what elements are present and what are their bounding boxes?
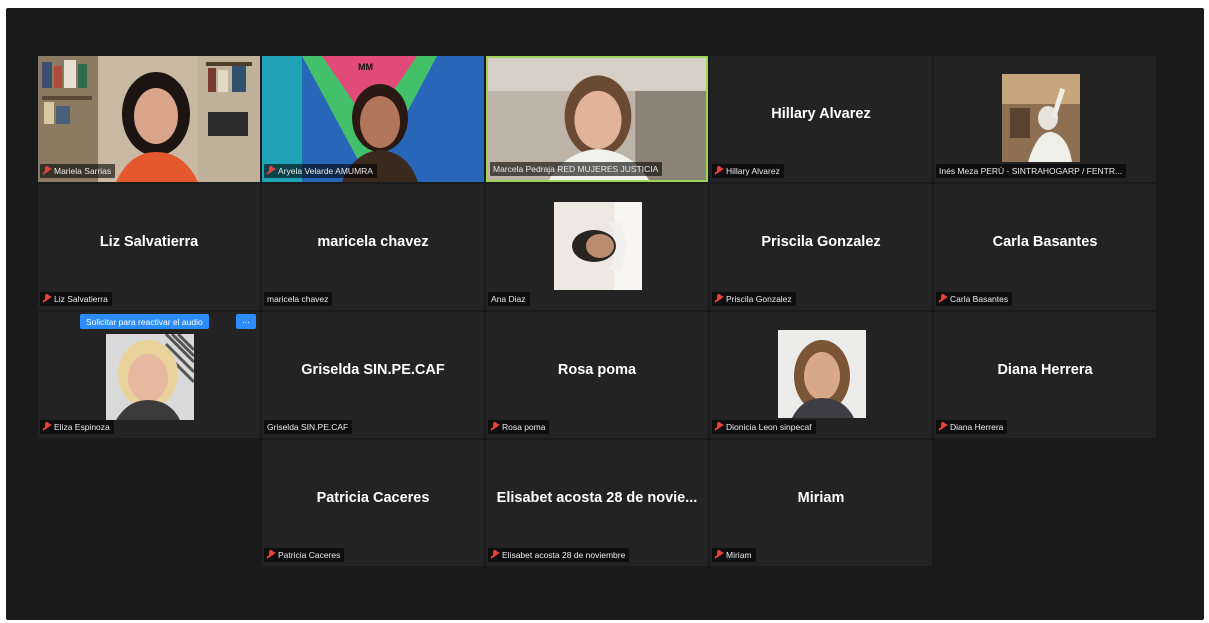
unmute-request-tooltip[interactable]: Solicitar para reactivar el audio (80, 314, 209, 329)
participant-tile-miriam[interactable]: Miriam Miriam (710, 440, 932, 566)
participant-name: maricela chavez (267, 294, 329, 304)
participant-tile-marcela-pedraja[interactable]: Marcela Pedraja RED MUJERES JUSTICIA (486, 56, 708, 182)
participant-name: Rosa poma (502, 422, 546, 432)
microphone-muted-icon (491, 422, 499, 432)
participant-name-label: Rosa poma (488, 420, 550, 434)
participant-tile-eliza-espinoza[interactable]: Solicitar para reactivar el audio ... El… (38, 312, 260, 438)
participant-display-name: Liz Salvatierra (99, 234, 199, 250)
participant-display-name: Rosa poma (557, 362, 637, 378)
participant-name-label: Diana Herrera (936, 420, 1008, 434)
microphone-muted-icon (715, 166, 723, 176)
participant-name: Carla Basantes (950, 294, 1009, 304)
gallery-view: Mariela Sarrias MM Aryela Velarde AMUMRA (6, 8, 1204, 620)
participant-tile-hillary-alvarez[interactable]: Hillary Alvarez Hillary Alvarez (710, 56, 932, 182)
microphone-muted-icon (43, 294, 51, 304)
participant-name: Inés Meza PERÚ - SINTRAHOGARP / FENTR... (939, 166, 1123, 176)
participant-name: Mariela Sarrias (54, 166, 112, 176)
participant-name-label: Elisabet acosta 28 de noviembre (488, 548, 630, 562)
svg-text:MM: MM (358, 62, 373, 72)
participant-name: Dionicia Leon sinpecaf (726, 422, 812, 432)
participant-name-label: Griselda SIN.PE.CAF (264, 420, 353, 434)
participant-photo (554, 202, 642, 290)
participant-name-label: Hillary Alvarez (712, 164, 784, 178)
participant-display-name: Griselda SIN.PE.CAF (301, 362, 445, 378)
microphone-muted-icon (491, 550, 499, 560)
participant-name: Eliza Espinoza (54, 422, 110, 432)
microphone-muted-icon (267, 166, 275, 176)
participant-display-name: Miriam (797, 490, 845, 506)
participant-name: Elisabet acosta 28 de noviembre (502, 550, 626, 560)
microphone-muted-icon (267, 550, 275, 560)
microphone-muted-icon (715, 550, 723, 560)
participant-name-label: Ana Diaz (488, 292, 530, 306)
participant-display-name: Elisabet acosta 28 de novie... (496, 490, 698, 506)
participant-name-label: Priscila Gonzalez (712, 292, 796, 306)
participant-name-label: Marcela Pedraja RED MUJERES JUSTICIA (490, 162, 663, 176)
participant-tile-carla-basantes[interactable]: Carla Basantes Carla Basantes (934, 184, 1156, 310)
participant-photo (106, 334, 194, 420)
participant-tile-diana-herrera[interactable]: Diana Herrera Diana Herrera (934, 312, 1156, 438)
participant-tile-priscila-gonzalez[interactable]: Priscila Gonzalez Priscila Gonzalez (710, 184, 932, 310)
participant-name: Hillary Alvarez (726, 166, 780, 176)
participant-tile-aryela-velarde[interactable]: MM Aryela Velarde AMUMRA (262, 56, 484, 182)
participant-name-label: Miriam (712, 548, 756, 562)
participant-name-label: Inés Meza PERÚ - SINTRAHOGARP / FENTR... (936, 164, 1127, 178)
participant-name-label: Eliza Espinoza (40, 420, 114, 434)
participant-display-name: Hillary Alvarez (771, 106, 871, 122)
participant-display-name: maricela chavez (317, 234, 429, 250)
participant-name: Ana Diaz (491, 294, 526, 304)
participant-tile-patricia-caceres[interactable]: Patricia Caceres Patricia Caceres (262, 440, 484, 566)
participant-tile-mariela-sarrias[interactable]: Mariela Sarrias (38, 56, 260, 182)
participant-tile-elisabet-acosta[interactable]: Elisabet acosta 28 de novie... Elisabet … (486, 440, 708, 566)
microphone-muted-icon (939, 422, 947, 432)
participant-tile-ana-diaz[interactable]: Ana Diaz (486, 184, 708, 310)
participant-name: Griselda SIN.PE.CAF (267, 422, 349, 432)
participant-display-name: Patricia Caceres (316, 490, 430, 506)
participant-name-label: Aryela Velarde AMUMRA (264, 164, 377, 178)
microphone-muted-icon (715, 422, 723, 432)
participant-name: Miriam (726, 550, 752, 560)
participant-name: Priscila Gonzalez (726, 294, 792, 304)
microphone-muted-icon (43, 166, 51, 176)
participant-name-label: Carla Basantes (936, 292, 1013, 306)
participant-display-name: Carla Basantes (992, 234, 1098, 250)
participant-photo (778, 330, 866, 418)
participant-name: Aryela Velarde AMUMRA (278, 166, 373, 176)
participant-name-label: Dionicia Leon sinpecaf (712, 420, 816, 434)
participant-name-label: Liz Salvatierra (40, 292, 112, 306)
participant-display-name: Priscila Gonzalez (761, 234, 881, 250)
microphone-muted-icon (939, 294, 947, 304)
participant-tile-dionicia-leon[interactable]: Dionicia Leon sinpecaf (710, 312, 932, 438)
microphone-muted-icon (715, 294, 723, 304)
microphone-muted-icon (43, 422, 51, 432)
participant-name: Diana Herrera (950, 422, 1004, 432)
participant-tile-ines-meza[interactable]: Inés Meza PERÚ - SINTRAHOGARP / FENTR... (934, 56, 1156, 182)
more-options-button[interactable]: ... (236, 314, 256, 329)
participant-name: Liz Salvatierra (54, 294, 108, 304)
participant-name: Patricia Caceres (278, 550, 341, 560)
meeting-window: Mariela Sarrias MM Aryela Velarde AMUMRA (6, 8, 1204, 620)
participant-tile-maricela-chavez[interactable]: maricela chavez maricela chavez (262, 184, 484, 310)
participant-tile-liz-salvatierra[interactable]: Liz Salvatierra Liz Salvatierra (38, 184, 260, 310)
participant-name-label: Mariela Sarrias (40, 164, 116, 178)
participant-tile-griselda[interactable]: Griselda SIN.PE.CAF Griselda SIN.PE.CAF (262, 312, 484, 438)
participant-name-label: maricela chavez (264, 292, 333, 306)
participant-name: Marcela Pedraja RED MUJERES JUSTICIA (493, 164, 659, 174)
participant-display-name: Diana Herrera (997, 362, 1093, 378)
participant-name-label: Patricia Caceres (264, 548, 345, 562)
participant-tile-rosa-poma[interactable]: Rosa poma Rosa poma (486, 312, 708, 438)
participant-photo (1002, 74, 1080, 162)
